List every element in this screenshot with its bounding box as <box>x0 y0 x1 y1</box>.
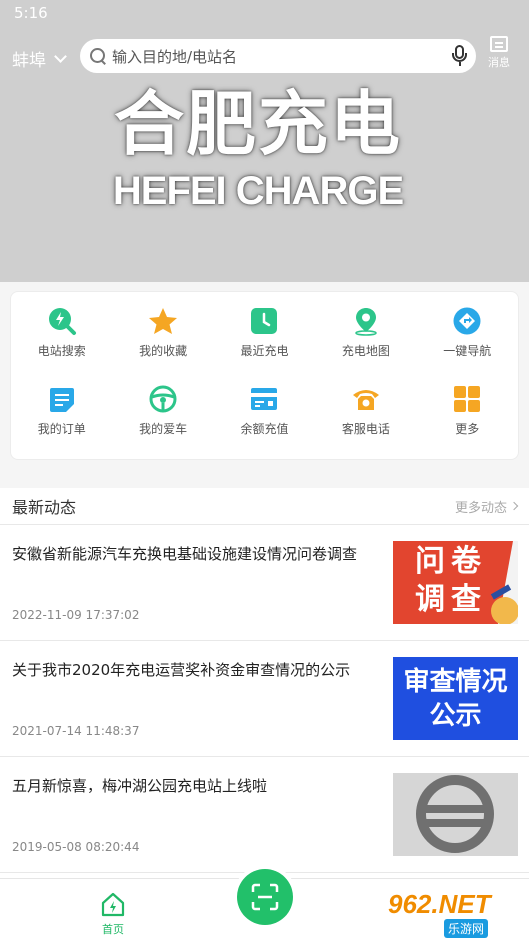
search-bar[interactable]: 输入目的地/电站名 <box>80 39 476 73</box>
more-grid-icon <box>452 384 482 414</box>
news-item-title: 安徽省新能源汽车充换电基础设施建设情况问卷调查 <box>12 545 358 563</box>
watermark-subtext: 乐游网 <box>444 919 489 938</box>
menu-label: 我的订单 <box>37 422 86 436</box>
news-section: 最新动态 更多动态 安徽省新能源汽车充换电基础设施建设情况问卷调查 2022-1… <box>0 488 529 878</box>
menu-navigation[interactable]: 一键导航 <box>417 306 518 384</box>
menu-label: 我的爱车 <box>139 422 188 436</box>
news-item[interactable]: 关于我市2020年充电运营奖补资金审查情况的公示 2021-07-14 11:4… <box>0 641 529 757</box>
menu-label: 更多 <box>455 422 480 436</box>
thumbnail-text: 公示 <box>429 700 482 731</box>
scan-icon <box>237 869 293 925</box>
message-label: 消息 <box>488 56 510 69</box>
news-item-title: 五月新惊喜，梅冲湖公园充电站上线啦 <box>12 777 268 795</box>
menu-charge-map[interactable]: 充电地图 <box>315 306 416 384</box>
thumbnail-text: 问卷调查 <box>415 544 487 617</box>
news-thumbnail: 审查情况 公示 <box>393 657 518 740</box>
news-item-date: 2022-11-09 17:37:02 <box>12 608 140 622</box>
nav-home-label: 首页 <box>102 923 124 936</box>
news-header: 最新动态 更多动态 <box>0 488 529 525</box>
steering-wheel-icon <box>148 384 178 414</box>
more-news-link[interactable]: 更多动态 <box>454 497 519 516</box>
menu-my-car[interactable]: 我的爱车 <box>112 384 213 462</box>
bottom-nav: 首页 962.NET 乐游网 <box>0 865 529 941</box>
scan-button[interactable] <box>233 865 297 929</box>
clock-icon <box>249 306 279 336</box>
news-item-date: 2019-05-08 08:20:44 <box>12 840 140 854</box>
menu-label: 我的收藏 <box>139 344 188 358</box>
message-button[interactable]: 消息 <box>484 36 514 70</box>
menu-orders[interactable]: 我的订单 <box>11 384 112 462</box>
news-item-title: 关于我市2020年充电运营奖补资金审查情况的公示 <box>12 661 351 679</box>
news-thumbnail: 问卷调查 <box>393 541 518 624</box>
nav-home[interactable]: 首页 <box>96 891 130 937</box>
microphone-icon[interactable] <box>452 45 467 67</box>
status-time: 5:16 <box>14 4 48 22</box>
star-icon <box>148 306 178 336</box>
menu-label: 余额充值 <box>240 422 289 436</box>
menu-more[interactable]: 更多 <box>417 384 518 462</box>
menu-label: 最近充电 <box>240 344 289 358</box>
watermark-text: 962.NET <box>388 889 491 919</box>
map-pin-icon <box>351 306 381 336</box>
charge-logo-icon <box>393 773 518 856</box>
menu-favorites[interactable]: 我的收藏 <box>112 306 213 384</box>
message-icon <box>490 36 508 52</box>
logo-text-en: HEFEI CHARGE <box>112 169 404 213</box>
hero-banner[interactable]: 5:16 蚌埠 输入目的地/电站名 消息 合肥充电 HEFEI CHARGE <box>0 0 529 282</box>
watermark-logo: 962.NET 乐游网 <box>388 889 524 939</box>
navigation-icon <box>452 306 482 336</box>
search-icon <box>90 48 106 64</box>
phone-icon <box>351 384 381 414</box>
menu-recharge[interactable]: 余额充值 <box>214 384 315 462</box>
wallet-card-icon <box>249 384 279 414</box>
quick-menu-card: 电站搜索 我的收藏 最近充电 充电地图 一键导航 我的订单 我的爱车 余额充值 … <box>10 291 519 460</box>
order-icon <box>47 384 77 414</box>
news-item[interactable]: 安徽省新能源汽车充换电基础设施建设情况问卷调查 2022-11-09 17:37… <box>0 525 529 641</box>
menu-station-search[interactable]: 电站搜索 <box>11 306 112 384</box>
menu-label: 一键导航 <box>443 344 492 358</box>
menu-recent-charge[interactable]: 最近充电 <box>214 306 315 384</box>
menu-label: 充电地图 <box>341 344 390 358</box>
news-title: 最新动态 <box>12 498 77 517</box>
city-name: 蚌埠 <box>12 51 46 71</box>
thumbnail-text: 审查情况 <box>403 666 508 697</box>
logo-text-cn: 合肥充电 <box>114 83 402 165</box>
station-search-icon <box>47 306 77 336</box>
chevron-down-icon <box>54 49 67 63</box>
city-selector[interactable]: 蚌埠 <box>12 46 67 71</box>
banner-logo: 合肥充电 HEFEI CHARGE <box>88 80 428 214</box>
news-item[interactable]: 五月新惊喜，梅冲湖公园充电站上线啦 2019-05-08 08:20:44 <box>0 757 529 873</box>
menu-label: 客服电话 <box>341 422 390 436</box>
menu-label: 电站搜索 <box>37 344 86 358</box>
news-item-date: 2021-07-14 11:48:37 <box>12 724 140 738</box>
menu-customer-service[interactable]: 客服电话 <box>315 384 416 462</box>
chevron-right-icon <box>509 501 519 511</box>
home-icon <box>101 892 125 917</box>
search-input[interactable]: 输入目的地/电站名 <box>112 46 452 67</box>
more-news-label: 更多动态 <box>454 500 507 516</box>
